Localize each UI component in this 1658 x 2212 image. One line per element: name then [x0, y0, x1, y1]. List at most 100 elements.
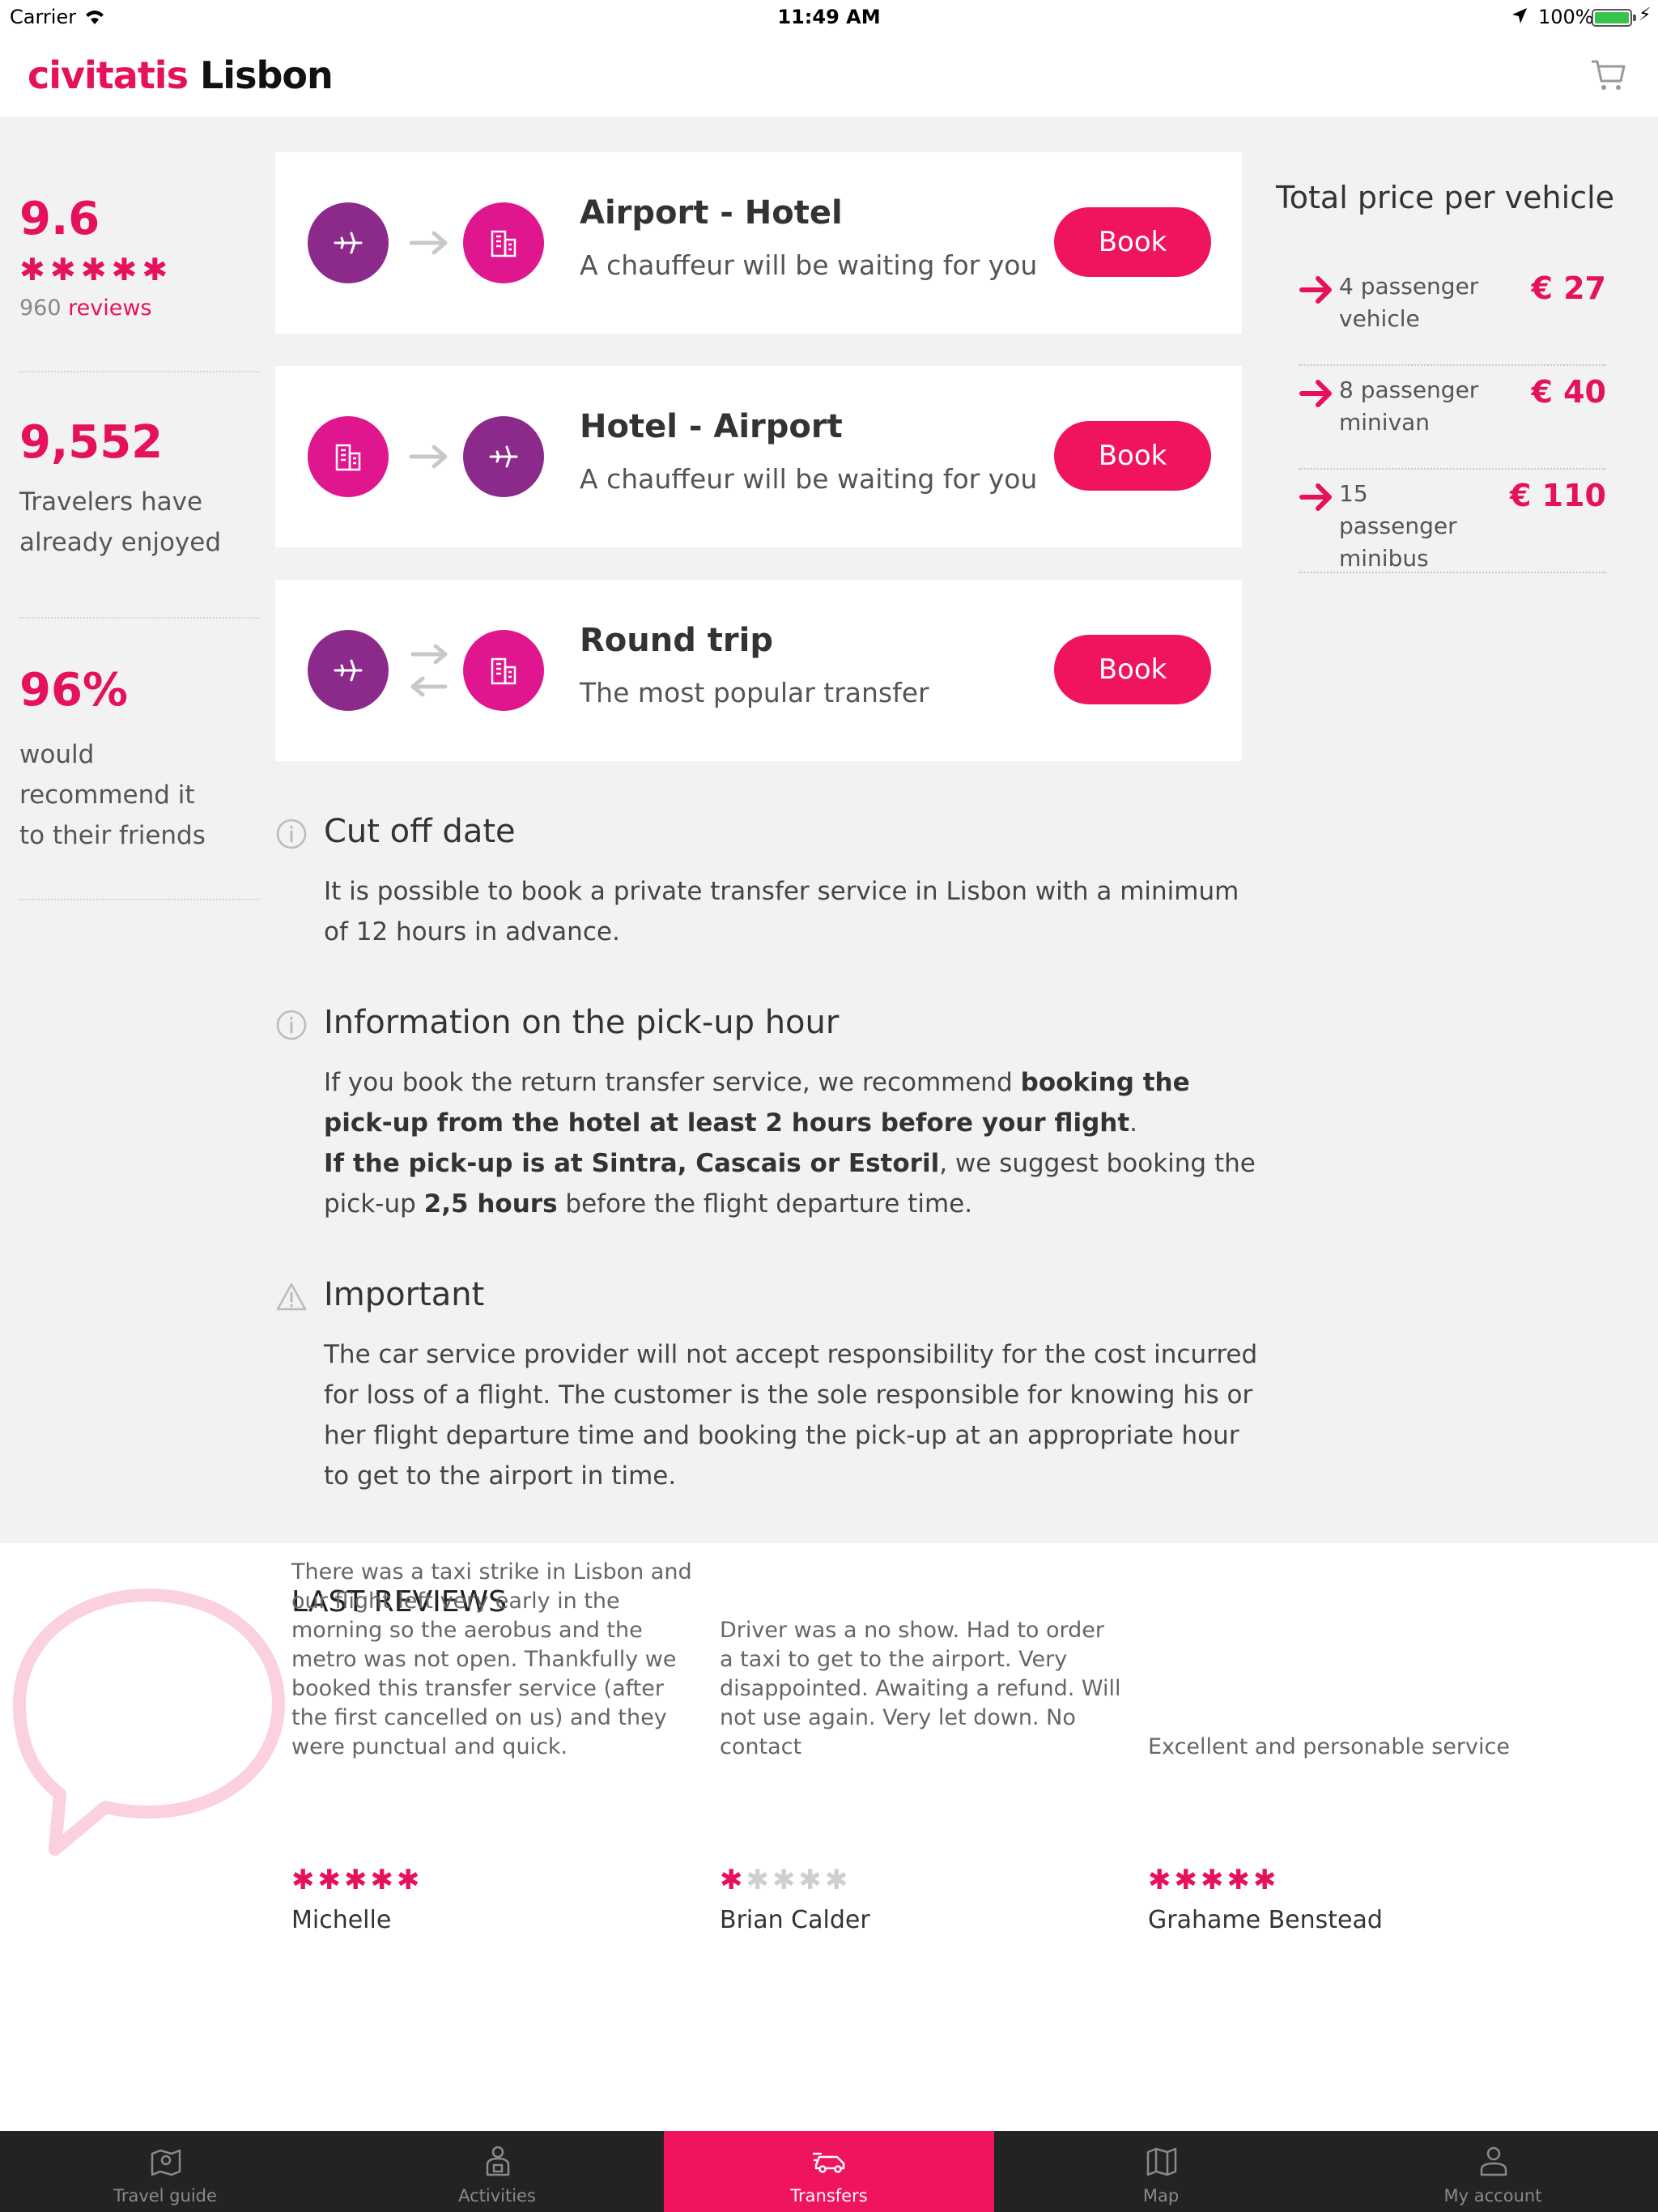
- travelers-text-line: already enjoyed: [19, 528, 222, 557]
- reviewer-name: Grahame Benstead: [1148, 1906, 1383, 1934]
- recommend-text-line: to their friends: [19, 821, 206, 850]
- text-run: before the flight departure time.: [557, 1189, 973, 1219]
- review-text: Driver was a no show. Had to order a tax…: [720, 1618, 1121, 1759]
- tab-label: Travel guide: [113, 2186, 217, 2206]
- hotel-icon: [491, 230, 517, 257]
- book-button[interactable]: Book: [1054, 207, 1211, 277]
- tab-label: Map: [1142, 2186, 1180, 2206]
- tab-travel-guide[interactable]: Travel guide: [0, 2131, 330, 2212]
- vehicle-price: € 110: [1510, 478, 1606, 513]
- info-icon: [276, 1010, 307, 1040]
- bold-run: If the pick-up is at Sintra, Cascais or …: [324, 1149, 940, 1178]
- transfer-title: Round trip: [580, 622, 773, 659]
- logo-brand: civitatis: [28, 53, 189, 97]
- price-row: 15 passenger minibus € 110: [1299, 470, 1606, 573]
- star-icon: ✱: [111, 252, 138, 287]
- section-title: Information on the pick-up hour: [324, 1004, 840, 1041]
- pickup-section: Information on the pick-up hour If you b…: [275, 1004, 1263, 1247]
- star-icon: ✱: [1201, 1864, 1224, 1896]
- transfer-card-airport-hotel: Airport - Hotel A chauffeur will be wait…: [275, 152, 1242, 334]
- plane-circle: [463, 416, 544, 497]
- star-empty-icon: ✱: [825, 1864, 848, 1896]
- section-body: If you book the return transfer service,…: [324, 1062, 1263, 1224]
- info-icon: [276, 819, 307, 849]
- arrow-right-icon: [1299, 380, 1332, 407]
- star-empty-icon: ✱: [798, 1864, 823, 1896]
- book-button[interactable]: Book: [1054, 635, 1211, 704]
- vehicle-label-line: 8 passenger: [1339, 376, 1479, 403]
- tab-label: Transfers: [790, 2186, 868, 2206]
- star-icon: ✱: [291, 1864, 315, 1896]
- star-icon: ✱: [1253, 1864, 1277, 1896]
- battery-icon: [1592, 9, 1636, 27]
- section-body: It is possible to book a private transfe…: [324, 877, 1239, 946]
- route-icons: [308, 416, 551, 497]
- star-icon: ✱: [1226, 1864, 1251, 1896]
- arrow-right-icon: [409, 231, 448, 255]
- section-title: Cut off date: [324, 813, 516, 850]
- status-bar: Carrier 11:49 AM 100% ⚡: [0, 0, 1658, 36]
- review-card: Excellent and personable service: [1148, 1632, 1553, 1762]
- plane-circle: [308, 202, 389, 283]
- recommend-text-line: would: [19, 740, 95, 769]
- text-run: If you book the return transfer service,…: [324, 1068, 1021, 1097]
- transfer-title: Airport - Hotel: [580, 194, 843, 232]
- vehicle-price: € 40: [1531, 374, 1606, 410]
- travelers-stat: 9,552 Travelers have already enjoyed: [19, 416, 259, 619]
- hotel-icon: [491, 657, 517, 685]
- cart-icon[interactable]: [1588, 55, 1629, 96]
- arrow-right-icon: [1299, 483, 1332, 511]
- star-icon: ✱: [317, 1864, 342, 1896]
- star-icon: ✱: [397, 1864, 420, 1896]
- round-trip-arrows-icon: [410, 644, 448, 697]
- clock: 11:49 AM: [777, 6, 881, 28]
- tab-label: Activities: [458, 2186, 536, 2206]
- travelers-text: Travelers have already enjoyed: [19, 482, 259, 563]
- review-text: Excellent and personable service: [1148, 1734, 1510, 1759]
- text-run: .: [1129, 1108, 1138, 1138]
- tab-my-account[interactable]: My account: [1328, 2131, 1658, 2212]
- transfer-card-round-trip: Round trip The most popular transfer Boo…: [275, 580, 1242, 761]
- vehicle-label: 8 passenger minivan: [1339, 374, 1493, 439]
- review-stars: ✱ ✱ ✱ ✱ ✱: [291, 1864, 420, 1896]
- tab-activities[interactable]: Activities: [332, 2131, 662, 2212]
- user-icon: [1480, 2146, 1507, 2176]
- logo[interactable]: civitatis Lisbon: [28, 53, 334, 97]
- plane-circle: [308, 630, 389, 711]
- vehicle-label-line: minivan: [1339, 409, 1431, 436]
- star-icon: ✱: [80, 252, 107, 287]
- reviews-link[interactable]: reviews: [68, 296, 151, 321]
- transfer-title: Hotel - Airport: [580, 408, 843, 445]
- reviewer-name: Brian Calder: [720, 1906, 870, 1934]
- transfer-subtitle: The most popular transfer: [580, 677, 929, 708]
- book-button[interactable]: Book: [1054, 421, 1211, 491]
- recommend-text: would recommend it to their friends: [19, 734, 259, 856]
- charging-icon: ⚡: [1639, 5, 1652, 25]
- person-icon: [486, 2146, 510, 2176]
- star-icon: ✱: [344, 1864, 368, 1896]
- review-card: Driver was a no show. Had to order a tax…: [720, 1618, 1124, 1762]
- car-icon: [813, 2152, 845, 2173]
- tab-map[interactable]: Map: [996, 2131, 1326, 2212]
- last-reviews: LAST REVIEWS There was a taxi strike in …: [0, 1543, 1658, 2131]
- tab-transfers[interactable]: Transfers: [664, 2131, 994, 2212]
- section-body: The car service provider will not accept…: [324, 1340, 1258, 1491]
- cutoff-section: Cut off date It is possible to book a pr…: [275, 813, 1263, 967]
- page-title: Lisbon: [199, 53, 334, 97]
- arrow-right-icon: [1299, 276, 1332, 304]
- location-icon: [1512, 8, 1527, 23]
- recommend-stat: 96% would recommend it to their friends: [19, 664, 259, 900]
- vehicle-label-line: 4 passenger: [1339, 273, 1479, 300]
- review-card: There was a taxi strike in Lisbon and ou…: [291, 1559, 696, 1762]
- rating-value: 9.6: [19, 193, 100, 245]
- price-row: 8 passenger minivan € 40: [1299, 366, 1606, 470]
- section-title: Important: [324, 1276, 485, 1313]
- rating-stat: 9.6 ✱ ✱ ✱ ✱ ✱ 960 reviews: [19, 193, 259, 372]
- hotel-icon: [335, 444, 361, 471]
- vehicle-label-line: vehicle: [1339, 305, 1420, 332]
- transfer-card-hotel-airport: Hotel - Airport A chauffeur will be wait…: [275, 366, 1242, 547]
- review-stars: ✱ ✱ ✱ ✱ ✱: [720, 1864, 848, 1896]
- review-count-line: 960 reviews: [19, 296, 259, 321]
- hotel-circle: [308, 416, 389, 497]
- transfer-subtitle: A chauffeur will be waiting for you: [580, 249, 1038, 281]
